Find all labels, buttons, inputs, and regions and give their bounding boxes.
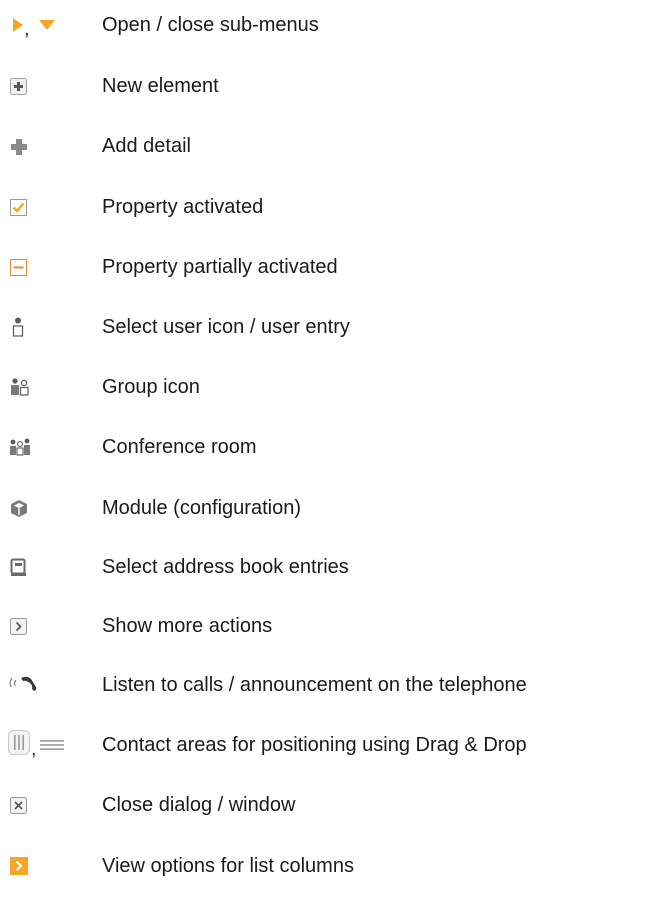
legend-row: Select user icon / user entry [0, 307, 672, 347]
legend-row: New element [0, 66, 672, 106]
address-book-icon [10, 558, 26, 576]
legend-row: Close dialog / window [0, 785, 672, 825]
vertical-drag-handle-icon [8, 730, 30, 755]
legend-icon-cell [8, 307, 98, 347]
legend-label: Property activated [102, 196, 264, 218]
module-icon [11, 500, 27, 517]
legend-icon-cell [8, 247, 98, 287]
close-dialog-icon [10, 797, 27, 814]
checkbox-partial-icon [10, 259, 27, 276]
legend-icon-cell [8, 367, 98, 407]
legend-row: Listen to calls / announcement on the te… [0, 665, 672, 705]
legend-row: Property partially activated [0, 247, 672, 287]
legend-row: Select address book entries [0, 547, 672, 587]
new-element-icon [10, 78, 27, 95]
legend-label: Select address book entries [102, 556, 349, 578]
legend-label: Open / close sub-menus [102, 14, 319, 36]
legend-row: Property activated [0, 187, 672, 227]
legend-icon-cell: , [8, 725, 98, 765]
legend-label: Select user icon / user entry [102, 316, 350, 338]
checkbox-checked-icon [10, 199, 27, 216]
legend-label: Conference room [102, 436, 257, 458]
legend-label: Close dialog / window [102, 794, 296, 816]
more-actions-icon [10, 618, 27, 635]
legend-label: Add detail [102, 135, 191, 157]
collapse-arrow-icon [39, 20, 55, 30]
add-detail-icon [11, 139, 27, 155]
listen-phone-icon [9, 676, 37, 691]
legend-label: View options for list columns [102, 855, 354, 877]
legend-icon-cell [8, 606, 98, 646]
legend-icon-cell: , [8, 5, 98, 45]
legend-row: Show more actions [0, 606, 672, 646]
legend-label: Listen to calls / announcement on the te… [102, 674, 527, 696]
legend-label: New element [102, 75, 219, 97]
legend-label: Module (configuration) [102, 497, 301, 519]
legend-row: Conference room [0, 427, 672, 467]
horizontal-drag-handle-icon [40, 740, 64, 750]
view-options-icon [10, 857, 28, 875]
legend-label: Property partially activated [102, 256, 338, 278]
legend-row: , Contact areas for positioning using Dr… [0, 725, 672, 765]
legend-row: Group icon [0, 367, 672, 407]
expand-arrow-icon [13, 18, 23, 32]
legend-icon-cell [8, 547, 98, 587]
legend-icon-cell [8, 187, 98, 227]
legend-label: Show more actions [102, 615, 273, 637]
legend-icon-cell [8, 785, 98, 825]
legend-label: Group icon [102, 376, 200, 398]
legend-row: Module (configuration) [0, 488, 672, 528]
legend-icon-cell [8, 126, 98, 166]
legend-icon-cell [8, 427, 98, 467]
legend-icon-cell [8, 846, 98, 886]
conference-room-icon [10, 438, 30, 456]
icon-separator: , [31, 738, 37, 760]
user-icon [12, 317, 24, 337]
legend-icon-cell [8, 665, 98, 705]
legend-icon-cell [8, 66, 98, 106]
legend-icon-cell [8, 488, 98, 528]
legend-row: View options for list columns [0, 846, 672, 886]
icon-legend: , Open / close sub-menus New element Add… [0, 0, 672, 899]
legend-row: Add detail [0, 126, 672, 166]
legend-row: , Open / close sub-menus [0, 5, 672, 45]
legend-label: Contact areas for positioning using Drag… [102, 734, 527, 756]
group-icon [11, 378, 29, 396]
icon-separator: , [24, 18, 30, 40]
